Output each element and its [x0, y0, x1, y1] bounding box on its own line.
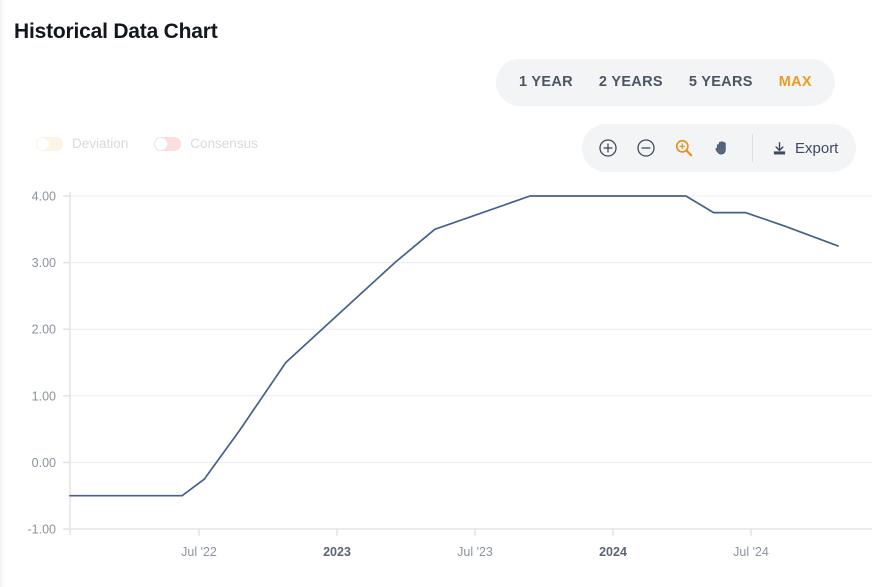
- toggle-switch-icon-deviation[interactable]: [36, 137, 63, 151]
- y-axis-label: 0.00: [32, 456, 56, 470]
- x-axis-label: 2024: [599, 545, 627, 559]
- toggle-consensus[interactable]: Consensus: [154, 136, 258, 151]
- zoom-in-icon: [598, 138, 618, 158]
- line-chart[interactable]: 4.00 3.00 2.00 1.00 0.00 -1.00 Jul '22 2023 Jul …: [0, 180, 872, 580]
- toolbar-divider: [752, 134, 753, 162]
- range-option-max[interactable]: MAX: [766, 59, 825, 106]
- x-axis-label: Jul '24: [733, 545, 769, 559]
- zoom-out-button[interactable]: [634, 136, 658, 160]
- pan-button[interactable]: [710, 136, 734, 160]
- series-toggles: Deviation Consensus: [36, 136, 258, 151]
- x-axis-label: Jul '22: [181, 545, 217, 559]
- selection-zoom-icon: [674, 138, 694, 158]
- chart-toolbar: Export: [582, 124, 856, 172]
- range-option-1-year[interactable]: 1 YEAR: [506, 59, 586, 106]
- export-label: Export: [795, 140, 838, 157]
- toggle-switch-icon-consensus[interactable]: [154, 137, 181, 151]
- y-axis-label: 1.00: [32, 389, 56, 403]
- chart-area[interactable]: 4.00 3.00 2.00 1.00 0.00 -1.00 Jul '22 2023 Jul …: [0, 180, 872, 580]
- toggle-label-consensus: Consensus: [190, 136, 258, 151]
- range-selector[interactable]: 1 YEAR 2 YEARS 5 YEARS MAX: [496, 59, 835, 106]
- selection-zoom-button[interactable]: [672, 136, 696, 160]
- y-axis-label: 3.00: [32, 256, 56, 270]
- x-axis-label: 2023: [323, 545, 351, 559]
- pan-hand-icon: [712, 138, 732, 158]
- export-button[interactable]: Export: [771, 140, 842, 157]
- y-axis-label: 2.00: [32, 323, 56, 337]
- download-icon: [771, 140, 788, 157]
- y-axis-label: 4.00: [32, 190, 56, 204]
- series-line-policy-rate: [70, 196, 838, 496]
- range-option-5-years[interactable]: 5 YEARS: [676, 59, 766, 106]
- toggle-label-deviation: Deviation: [72, 136, 128, 151]
- toggle-deviation[interactable]: Deviation: [36, 136, 128, 151]
- zoom-out-icon: [636, 138, 656, 158]
- range-option-2-years[interactable]: 2 YEARS: [586, 59, 676, 106]
- zoom-in-button[interactable]: [596, 136, 620, 160]
- y-axis-label: -1.00: [28, 523, 57, 537]
- page-title: Historical Data Chart: [14, 20, 218, 44]
- x-axis-label: Jul '23: [457, 545, 493, 559]
